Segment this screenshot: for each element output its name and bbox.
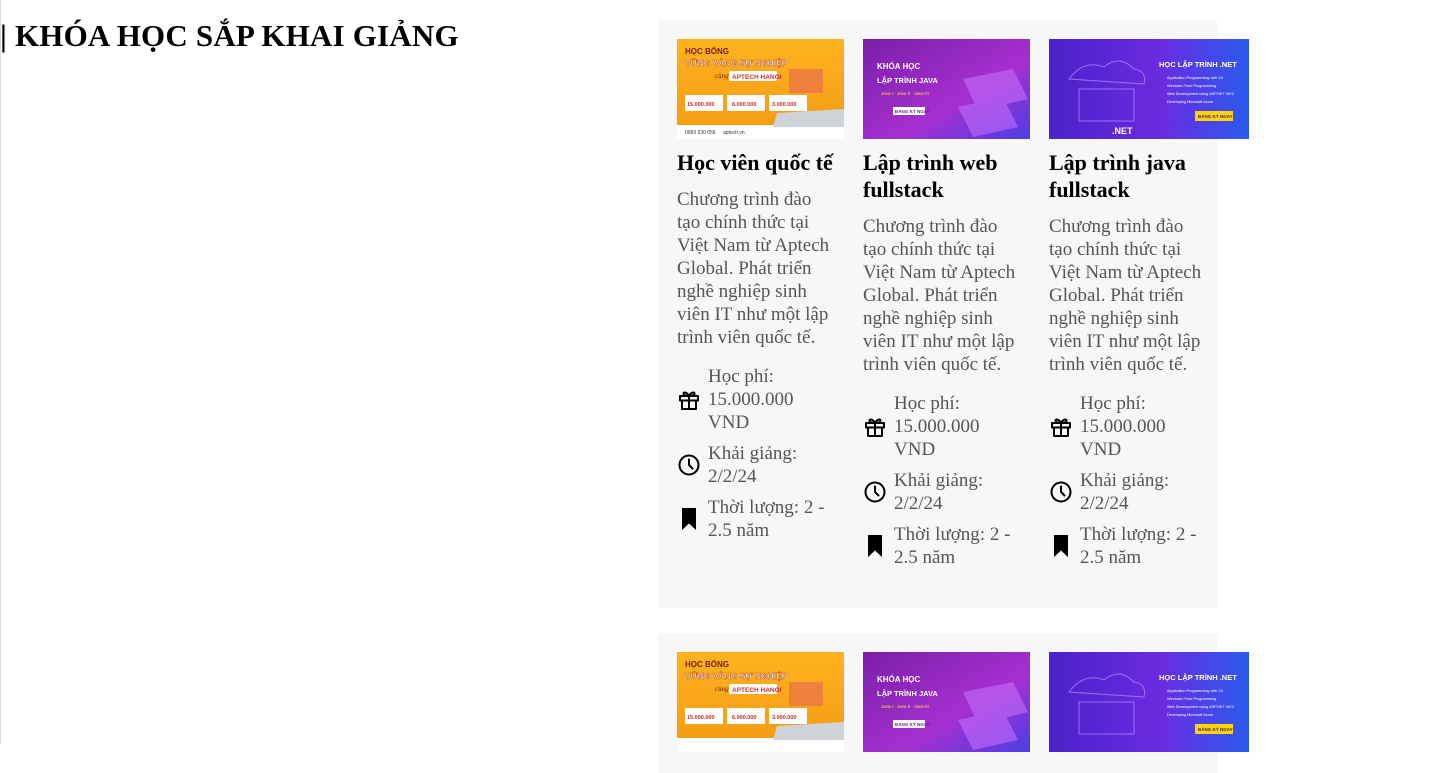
course-fee-text: Học phí: 15.000.000 VND — [708, 366, 794, 433]
course-fee: Học phí: 15.000.000 VND — [863, 392, 1053, 461]
thumb-text: aptech.vn — [723, 130, 745, 136]
clock-icon — [1050, 481, 1072, 503]
course-duration-text: Thời lượng: 2 - 2.5 năm — [1080, 524, 1197, 568]
page-left-border — [0, 0, 1, 744]
thumb-text: 0983 630 656 — [685, 130, 716, 136]
thumb-text: HỌC LẬP TRÌNH .NET — [1159, 673, 1237, 682]
thumb-text: ĐĂNG KÝ NGAY — [895, 721, 930, 727]
course-duration: Thời lượng: 2 - 2.5 năm — [863, 523, 1053, 569]
course-fee-text: Học phí: 15.000.000 VND — [894, 393, 980, 460]
thumb-text: ĐĂNG KÝ NGAY — [1198, 113, 1233, 119]
course-thumbnail-dotnet[interactable]: .NET HỌC LẬP TRÌNH .NET Application Prog… — [1049, 39, 1249, 139]
course-thumbnail-scholarship[interactable]: HỌC BỔNG VỮNG VÀNG SỰ NGHIỆP cùng APTECH… — [677, 652, 844, 752]
course-description: Chương trình đào tạo chính thức tại Việt… — [863, 216, 1016, 375]
course-start-text: Khải giảng: 2/2/24 — [894, 470, 984, 514]
course-fee: Học phí: 15.000.000 VND — [677, 365, 867, 434]
thumb-text: Developing Microsoft Azure — [1167, 100, 1213, 104]
thumb-text: VỮNG VÀNG SỰ NGHIỆP — [685, 670, 788, 681]
thumb-text: KHÓA HỌC — [877, 675, 920, 684]
course-duration: Thời lượng: 2 - 2.5 năm — [1049, 523, 1239, 569]
thumb-text: 6.000.000 — [732, 102, 756, 108]
thumb-text: cùng — [715, 685, 729, 693]
course-description: Chương trình đào tạo chính thức tại Việt… — [677, 189, 830, 348]
thumb-text: Java I - Java II - Java III — [881, 704, 929, 709]
thumb-text: 15.000.000 — [687, 102, 715, 108]
thumb-text: ĐĂNG KÝ NGAY — [1198, 726, 1233, 732]
thumb-text: KHÓA HỌC — [877, 62, 920, 71]
thumb-text: cùng — [715, 72, 729, 80]
course-start: Khải giảng: 2/2/24 — [1049, 469, 1239, 515]
course-panel: HỌC BỔNG VỮNG VÀNG SỰ NGHIỆP cùng APTECH… — [658, 20, 1249, 608]
course-thumbnail-java[interactable]: KHÓA HỌC LẬP TRÌNH JAVA Java I - Java II… — [863, 39, 1030, 139]
thumb-text: HỌC BỔNG — [685, 47, 729, 56]
thumb-text: 15.000.000 — [687, 715, 715, 721]
bookmark-icon — [868, 535, 882, 557]
bookmark-icon — [682, 508, 696, 530]
course-duration-text: Thời lượng: 2 - 2.5 năm — [894, 524, 1011, 568]
thumb-text: Web Development using ASP.NET MVC — [1167, 92, 1235, 96]
clock-icon — [678, 454, 700, 476]
course-fee-text: Học phí: 15.000.000 VND — [1080, 393, 1166, 460]
thumb-text: LẬP TRÌNH JAVA — [877, 689, 938, 698]
course-card[interactable]: KHÓA HỌC LẬP TRÌNH JAVA Java I - Java II… — [863, 39, 1053, 569]
thumb-text: HỌC BỔNG — [685, 660, 729, 669]
course-duration-text: Thời lượng: 2 - 2.5 năm — [708, 497, 825, 541]
course-panel: HỌC BỔNG VỮNG VÀNG SỰ NGHIỆP cùng APTECH… — [658, 633, 1249, 773]
course-title[interactable]: Lập trình web fullstack — [863, 149, 1023, 203]
course-duration: Thời lượng: 2 - 2.5 năm — [677, 496, 867, 542]
bookmark-icon — [1054, 535, 1068, 557]
thumb-text: LẬP TRÌNH JAVA — [877, 76, 938, 85]
course-title[interactable]: Học viên quốc tế — [677, 149, 837, 176]
thumb-text: 6.000.000 — [732, 715, 756, 721]
course-start-text: Khải giảng: 2/2/24 — [708, 443, 798, 487]
thumb-text: Windows Form Programming — [1167, 697, 1216, 701]
course-fee: Học phí: 15.000.000 VND — [1049, 392, 1239, 461]
thumb-text: 3.000.000 — [772, 102, 796, 108]
course-card[interactable]: KHÓA HỌC LẬP TRÌNH JAVA Java I - Java II… — [863, 652, 1053, 752]
thumb-text: Java I - Java II - Java III — [881, 91, 929, 96]
course-card[interactable]: HỌC BỔNG VỮNG VÀNG SỰ NGHIỆP cùng APTECH… — [677, 39, 867, 542]
course-thumbnail-scholarship[interactable]: HỌC BỔNG VỮNG VÀNG SỰ NGHIỆP cùng APTECH… — [677, 39, 844, 139]
course-start: Khải giảng: 2/2/24 — [863, 469, 1053, 515]
thumb-text: Windows Form Programming — [1167, 84, 1216, 88]
thumb-text: VỮNG VÀNG SỰ NGHIỆP — [685, 57, 788, 68]
gift-icon — [1051, 417, 1071, 437]
section-title: | KHÓA HỌC SẮP KHAI GIẢNG — [0, 18, 459, 53]
thumb-text: 3.000.000 — [772, 715, 796, 721]
course-start: Khải giảng: 2/2/24 — [677, 442, 867, 488]
gift-icon — [679, 390, 699, 410]
thumb-text: Application Programming with C# — [1167, 689, 1224, 693]
course-thumbnail-dotnet[interactable]: HỌC LẬP TRÌNH .NET Application Programmi… — [1049, 652, 1249, 752]
clock-icon — [864, 481, 886, 503]
course-thumbnail-java[interactable]: KHÓA HỌC LẬP TRÌNH JAVA Java I - Java II… — [863, 652, 1030, 752]
thumb-text: ĐĂNG KÝ NGAY — [895, 108, 930, 114]
thumb-text: Web Development using ASP.NET MVC — [1167, 705, 1235, 709]
course-card[interactable]: HỌC BỔNG VỮNG VÀNG SỰ NGHIỆP cùng APTECH… — [677, 652, 867, 752]
course-title[interactable]: Lập trình java fullstack — [1049, 149, 1209, 203]
thumb-text: APTECH HANOI — [732, 687, 782, 694]
thumb-text: APTECH HANOI — [732, 74, 782, 81]
thumb-text: Developing Microsoft Azure — [1167, 713, 1213, 717]
thumb-text: .NET — [1112, 126, 1133, 136]
course-card[interactable]: HỌC LẬP TRÌNH .NET Application Programmi… — [1049, 652, 1249, 752]
gift-icon — [865, 417, 885, 437]
course-description: Chương trình đào tạo chính thức tại Việt… — [1049, 216, 1202, 375]
thumb-text: Application Programming with C# — [1167, 76, 1224, 80]
thumb-text: HỌC LẬP TRÌNH .NET — [1159, 60, 1237, 69]
course-start-text: Khải giảng: 2/2/24 — [1080, 470, 1170, 514]
course-card[interactable]: .NET HỌC LẬP TRÌNH .NET Application Prog… — [1049, 39, 1249, 569]
